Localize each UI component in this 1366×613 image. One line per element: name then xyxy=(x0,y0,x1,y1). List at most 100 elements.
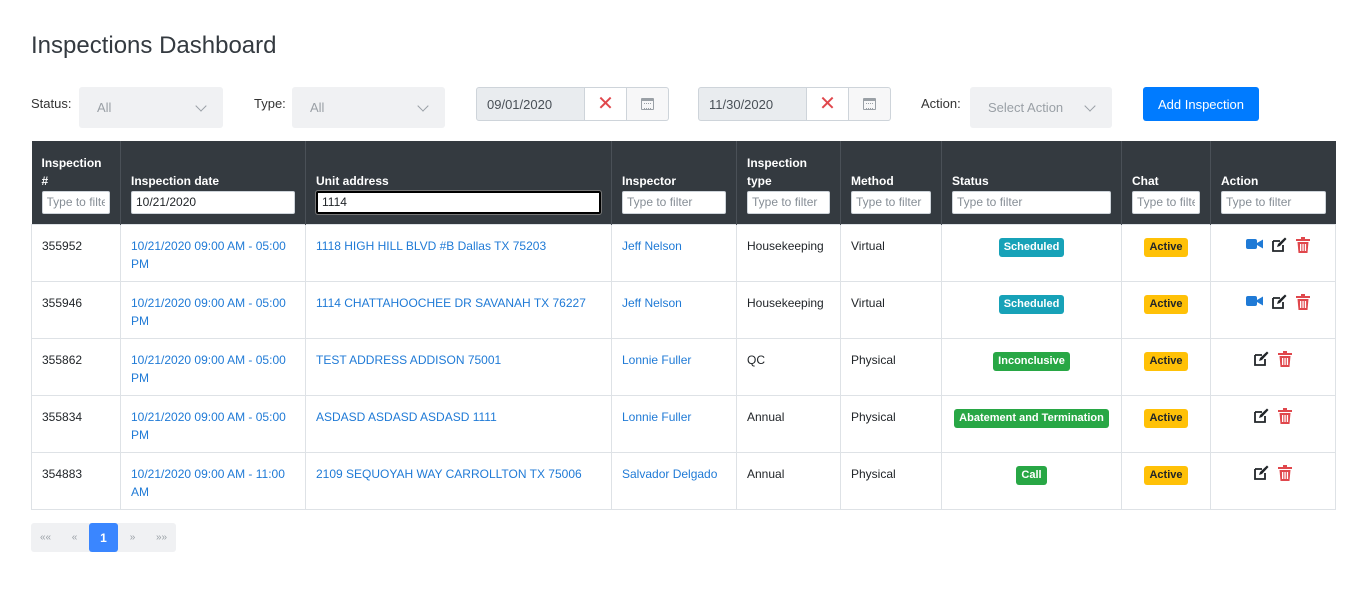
column-label: Status xyxy=(952,173,989,188)
video-camera-icon[interactable] xyxy=(1246,237,1263,253)
method-cell: Virtual xyxy=(840,280,942,339)
inspection-number-cell: 355834 xyxy=(31,394,121,453)
first-page-button[interactable]: «« xyxy=(31,523,60,552)
date-from-input[interactable]: 09/01/2020 xyxy=(476,87,585,121)
action-select[interactable]: Select Action xyxy=(970,87,1112,128)
date-to-input[interactable]: 11/30/2020 xyxy=(698,87,807,121)
edit-icon[interactable] xyxy=(1253,408,1269,424)
status-cell: Call xyxy=(941,451,1122,510)
chat-status-badge[interactable]: Active xyxy=(1144,351,1188,371)
table-body: 355952 10/21/2020 09:00 AM - 05:00 PM 1118… xyxy=(31,223,1336,510)
status-badge: Call xyxy=(1016,465,1047,485)
edit-icon[interactable] xyxy=(1271,237,1287,253)
inspection-date-link[interactable]: 10/21/2020 09:00 AM - 11:00 AM xyxy=(120,451,306,510)
method-cell: Virtual xyxy=(840,223,942,282)
inspection-number-cell: 355952 xyxy=(31,223,121,282)
unit-address-link[interactable]: 1114 CHATTAHOOCHEE DR SAVANAH TX 76227 xyxy=(305,280,612,339)
unit-address-link[interactable]: 2109 SEQUOYAH WAY CARROLLTON TX 75006 xyxy=(305,451,612,510)
trash-icon[interactable] xyxy=(1277,350,1294,367)
status-filter-select[interactable]: All xyxy=(79,87,223,128)
type-filter-select[interactable]: All xyxy=(292,87,445,128)
chat-filter-input[interactable] xyxy=(1132,190,1200,214)
calendar-icon xyxy=(863,98,876,110)
inspector-link[interactable]: Jeff Nelson xyxy=(611,280,737,339)
inspection-number-filter-input[interactable] xyxy=(41,190,110,214)
inspection-date-link[interactable]: 10/21/2020 09:00 AM - 05:00 PM xyxy=(120,337,306,396)
inspector-link[interactable]: Lonnie Fuller xyxy=(611,394,737,453)
close-icon: ✕ xyxy=(597,93,614,115)
type-filter-value: All xyxy=(310,100,325,115)
date-from-calendar-button[interactable] xyxy=(627,87,669,121)
inspection-number-cell: 354883 xyxy=(31,451,121,510)
edit-icon[interactable] xyxy=(1253,465,1269,481)
inspections-table: Inspection # Inspection date Unit address I… xyxy=(31,141,1336,510)
unit-address-link[interactable]: 1118 HIGH HILL BLVD #B Dallas TX 75203 xyxy=(305,223,612,282)
column-label: Inspection date xyxy=(131,173,220,188)
last-page-button[interactable]: »» xyxy=(147,523,176,552)
inspector-link[interactable]: Lonnie Fuller xyxy=(611,337,737,396)
column-header-method: Method xyxy=(840,141,942,224)
action-filter-label: Action: xyxy=(921,96,961,111)
status-cell: Abatement and Termination xyxy=(941,394,1122,453)
status-filter-value: All xyxy=(97,100,112,115)
date-to-clear-button[interactable]: ✕ xyxy=(807,87,849,121)
action-cell xyxy=(1210,394,1336,453)
inspection-date-filter-input[interactable] xyxy=(131,190,295,214)
chat-status-badge[interactable]: Active xyxy=(1144,465,1188,485)
chat-cell: Active xyxy=(1121,337,1211,396)
action-cell xyxy=(1210,223,1336,282)
inspector-filter-input[interactable] xyxy=(622,190,726,214)
inspection-number-cell: 355946 xyxy=(31,280,121,339)
column-header-status: Status xyxy=(941,141,1122,224)
edit-icon[interactable] xyxy=(1253,351,1269,367)
date-from-group: 09/01/2020 ✕ xyxy=(476,87,669,121)
table-row: 355834 10/21/2020 09:00 AM - 05:00 PM ASDA… xyxy=(31,394,1336,453)
action-select-placeholder: Select Action xyxy=(988,100,1064,115)
video-camera-icon[interactable] xyxy=(1246,294,1263,310)
chat-status-badge[interactable]: Active xyxy=(1144,408,1188,428)
trash-icon[interactable] xyxy=(1277,464,1294,481)
unit-address-link[interactable]: ASDASD ASDASD ASDASD 1111 xyxy=(305,394,612,453)
page-title: Inspections Dashboard xyxy=(31,32,277,59)
action-cell xyxy=(1210,337,1336,396)
method-cell: Physical xyxy=(840,451,942,510)
action-filter-input[interactable] xyxy=(1221,190,1326,214)
inspector-link[interactable]: Salvador Delgado xyxy=(611,451,737,510)
method-filter-input[interactable] xyxy=(851,190,931,214)
row-actions xyxy=(1221,464,1325,481)
unit-address-filter-input[interactable] xyxy=(315,189,602,215)
trash-icon[interactable] xyxy=(1296,293,1312,310)
method-cell: Physical xyxy=(840,394,942,453)
table-row: 354883 10/21/2020 09:00 AM - 11:00 AM 2109… xyxy=(31,451,1336,510)
type-filter-label: Type: xyxy=(254,96,286,111)
inspection-date-link[interactable]: 10/21/2020 09:00 AM - 05:00 PM xyxy=(120,280,306,339)
table-header-row: Inspection # Inspection date Unit address I… xyxy=(31,141,1336,224)
date-to-calendar-button[interactable] xyxy=(849,87,891,121)
status-filter-input[interactable] xyxy=(952,190,1111,214)
trash-icon[interactable] xyxy=(1296,236,1312,253)
chat-status-badge[interactable]: Active xyxy=(1144,294,1188,314)
edit-icon[interactable] xyxy=(1271,294,1287,310)
chevron-down-icon xyxy=(195,100,207,112)
column-label: Inspector xyxy=(622,173,677,188)
pagination: «« « 1 » »» xyxy=(31,523,176,552)
add-inspection-button[interactable]: Add Inspection xyxy=(1143,87,1259,121)
table-row: 355952 10/21/2020 09:00 AM - 05:00 PM 1118… xyxy=(31,223,1336,282)
inspection-date-link[interactable]: 10/21/2020 09:00 AM - 05:00 PM xyxy=(120,394,306,453)
trash-icon[interactable] xyxy=(1277,407,1294,424)
inspection-date-link[interactable]: 10/21/2020 09:00 AM - 05:00 PM xyxy=(120,223,306,282)
unit-address-link[interactable]: TEST ADDRESS ADDISON 75001 xyxy=(305,337,612,396)
page-1-button[interactable]: 1 xyxy=(89,523,118,552)
chevron-down-icon xyxy=(417,100,429,112)
inspector-link[interactable]: Jeff Nelson xyxy=(611,223,737,282)
next-page-button[interactable]: » xyxy=(118,523,147,552)
inspection-type-filter-input[interactable] xyxy=(747,190,830,214)
column-header-chat: Chat xyxy=(1121,141,1211,224)
column-header-inspection-number: Inspection # xyxy=(31,141,121,224)
prev-page-button[interactable]: « xyxy=(60,523,89,552)
row-actions xyxy=(1221,350,1325,367)
date-to-group: 11/30/2020 ✕ xyxy=(698,87,891,121)
chat-status-badge[interactable]: Active xyxy=(1144,237,1188,257)
date-from-clear-button[interactable]: ✕ xyxy=(585,87,627,121)
status-badge: Scheduled xyxy=(998,294,1065,314)
